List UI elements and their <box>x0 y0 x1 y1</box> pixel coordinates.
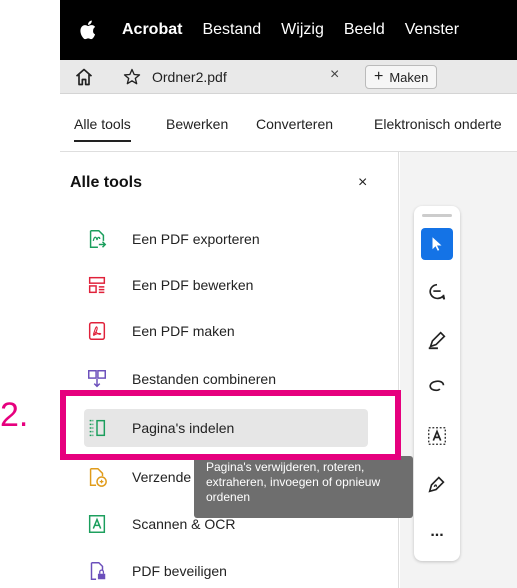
create-pdf-icon <box>88 322 106 340</box>
menu-acrobat[interactable]: Acrobat <box>122 21 182 39</box>
sign-tool-button[interactable] <box>421 468 453 500</box>
highlight-tool-button[interactable] <box>421 324 453 356</box>
plus-icon: + <box>374 68 384 85</box>
tool-label: Verzende <box>132 469 192 485</box>
panel-title: Alle tools <box>70 174 143 191</box>
apple-icon[interactable] <box>78 19 100 41</box>
comment-tool-button[interactable] <box>421 276 453 308</box>
tool-protect-pdf[interactable]: PDF beveiligen <box>84 552 368 588</box>
tab-elektronisch-ondertekenen[interactable]: Elektronisch onderte <box>374 116 502 132</box>
text-tool-button[interactable] <box>421 420 453 452</box>
tool-label: Bestanden combineren <box>132 371 276 387</box>
step-number-annotation: 2. <box>0 396 29 434</box>
tool-label: Een PDF exporteren <box>132 231 260 247</box>
text-box-icon <box>428 427 446 445</box>
tab-bar: Ordner2.pdf × + Maken <box>60 60 517 94</box>
pen-icon <box>428 331 446 350</box>
menu-venster[interactable]: Venster <box>405 21 459 39</box>
tool-nav: Alle tools Bewerken Converteren Elektron… <box>60 94 517 152</box>
menu-bar: Acrobat Bestand Wijzig Beeld Venster <box>60 0 517 60</box>
combine-files-icon <box>88 370 106 388</box>
panel-close-icon[interactable]: × <box>358 174 367 192</box>
highlight-box <box>60 390 401 460</box>
protect-pdf-icon <box>90 562 106 580</box>
home-icon[interactable] <box>74 67 94 87</box>
cursor-icon <box>432 237 442 251</box>
edit-pdf-icon <box>88 276 106 294</box>
export-pdf-icon <box>89 230 107 248</box>
tool-edit-pdf[interactable]: Een PDF bewerken <box>84 266 368 304</box>
new-tab-button[interactable]: + Maken <box>365 65 438 89</box>
tab-converteren[interactable]: Converteren <box>256 116 333 132</box>
tab-title[interactable]: Ordner2.pdf <box>152 69 227 85</box>
tab-close-icon[interactable]: × <box>330 66 339 84</box>
star-icon[interactable] <box>122 67 142 87</box>
signature-icon <box>428 476 445 493</box>
toolbar-grip[interactable] <box>422 214 452 217</box>
tool-create-pdf[interactable]: Een PDF maken <box>84 312 368 350</box>
all-tools-panel: Alle tools × Een PDF exporteren Een PDF … <box>60 152 399 588</box>
scan-ocr-icon <box>88 515 106 533</box>
more-tools-button[interactable]: ... <box>421 516 453 548</box>
select-tool-button[interactable] <box>421 228 453 260</box>
lasso-icon <box>429 380 445 392</box>
tab-bewerken[interactable]: Bewerken <box>166 116 228 132</box>
tool-export-pdf[interactable]: Een PDF exporteren <box>84 220 368 258</box>
draw-tool-button[interactable] <box>421 372 453 404</box>
menu-beeld[interactable]: Beeld <box>344 21 385 39</box>
tool-label: Scannen & OCR <box>132 516 236 532</box>
tool-label: Een PDF maken <box>132 323 235 339</box>
tab-alle-tools[interactable]: Alle tools <box>74 116 131 142</box>
tool-label: PDF beveiligen <box>132 563 227 579</box>
send-icon <box>89 468 107 487</box>
quick-tools-toolbar: ... <box>414 206 460 561</box>
comment-icon <box>429 283 446 300</box>
menu-wijzig[interactable]: Wijzig <box>281 21 324 39</box>
new-tab-label: Maken <box>389 69 429 85</box>
tool-label: Een PDF bewerken <box>132 277 254 293</box>
menu-bestand[interactable]: Bestand <box>202 21 261 39</box>
organize-pages-tooltip: Pagina's verwijderen, roteren, extrahere… <box>194 456 413 518</box>
